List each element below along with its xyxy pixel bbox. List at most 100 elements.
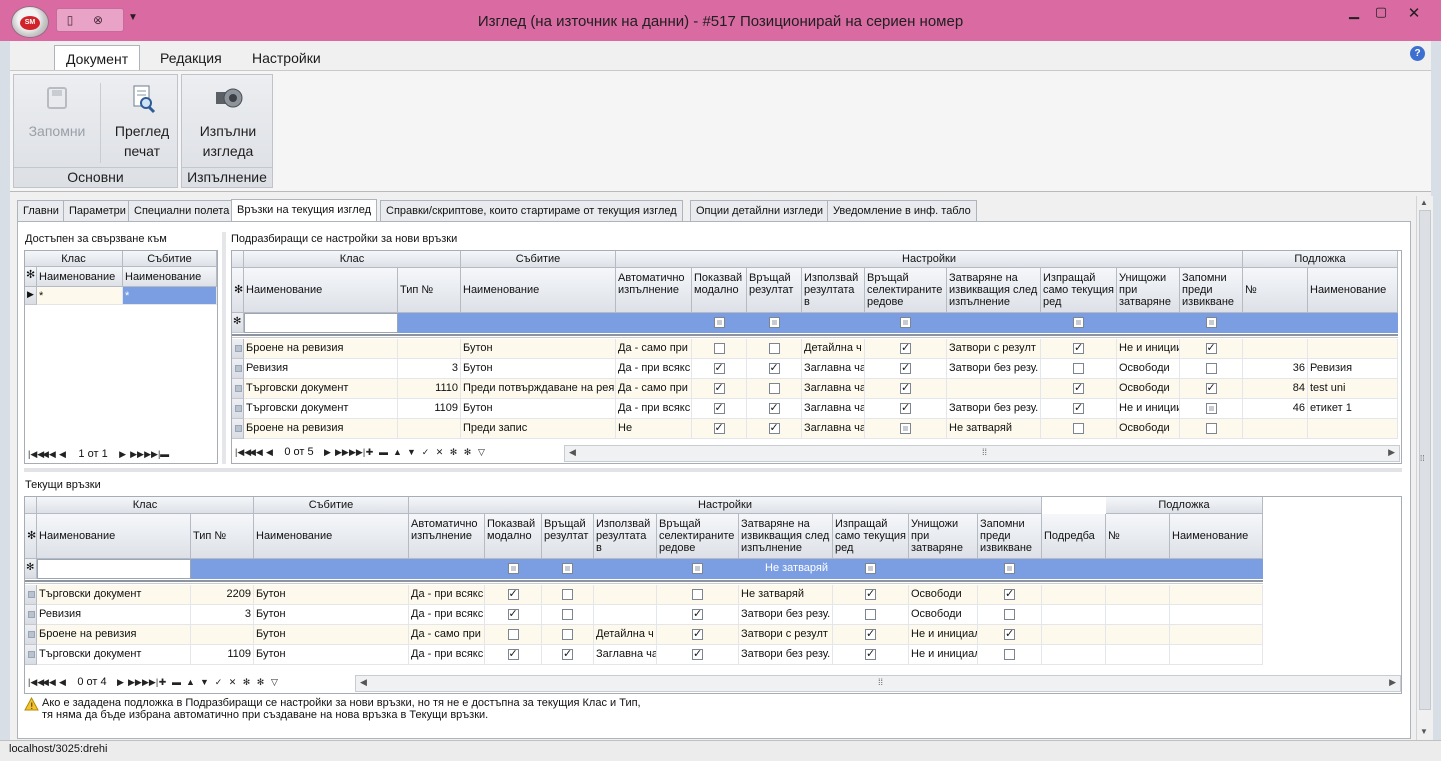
move-up-icon[interactable]: ▲ [184, 675, 197, 690]
table-cell[interactable]: Търговски документ [37, 645, 191, 665]
table-cell[interactable]: Затвори без резу. [739, 645, 833, 665]
table-cell[interactable]: Затвори без резу. [947, 399, 1041, 419]
save-button[interactable]: Запомни [18, 81, 96, 141]
col-header-3[interactable]: Автоматично изпълнение [409, 514, 485, 559]
row-checkbox[interactable] [768, 343, 780, 354]
col-header-12[interactable]: Подредба [1042, 514, 1106, 559]
table-cell[interactable] [594, 605, 657, 625]
table-cell[interactable] [1106, 585, 1170, 605]
table-cell[interactable]: test uni [1308, 379, 1398, 399]
table-cell[interactable]: 3 [191, 605, 254, 625]
table-cell[interactable]: Търговски документ [37, 585, 191, 605]
col-header-10[interactable]: Унищожи при затваряне [909, 514, 978, 559]
prev-icon[interactable]: ◀ [56, 675, 69, 690]
tab-notification[interactable]: Уведомление в инф. табло [827, 200, 977, 222]
table-cell[interactable]: Затвори без резу. [947, 359, 1041, 379]
table-cell[interactable]: Бутон [461, 339, 616, 359]
table-cell[interactable]: Освободи [909, 605, 978, 625]
row-checkbox[interactable] [865, 609, 876, 620]
row-checkbox[interactable] [1205, 381, 1217, 394]
table-cell[interactable]: Не и иницииа [1117, 339, 1180, 359]
filter-checkbox[interactable] [1073, 317, 1084, 328]
table-cell[interactable]: 1110 [398, 379, 461, 399]
row-checkbox[interactable] [692, 589, 703, 600]
row-checkbox[interactable] [1205, 403, 1217, 414]
ribbon-tab-document[interactable]: Документ [54, 45, 141, 70]
row-checkbox[interactable] [900, 361, 911, 374]
row-checkbox[interactable] [900, 341, 911, 354]
table-cell[interactable]: Бутон [254, 605, 409, 625]
table-cell[interactable]: Освободи [1117, 359, 1180, 379]
row-checkbox[interactable] [713, 361, 725, 374]
table-cell[interactable]: 3 [398, 359, 461, 379]
col-header-2[interactable]: Наименование [461, 268, 616, 313]
row-selector[interactable] [232, 339, 244, 359]
filter-text-cell[interactable]: Не затваряй [739, 559, 833, 579]
table-cell[interactable]: Заглавна ча [802, 399, 865, 419]
delete-icon[interactable]: ▬ [377, 445, 390, 460]
tab-view-links[interactable]: Връзки на текущия изглед [231, 199, 377, 222]
close-window-icon[interactable]: ✕ [1400, 4, 1428, 22]
ribbon-tab-settings[interactable]: Настройки [241, 45, 332, 70]
table-cell[interactable]: Не [616, 419, 692, 439]
row-selector[interactable] [232, 379, 244, 399]
row-checkbox[interactable] [768, 421, 780, 434]
cancel-icon[interactable]: ✕ [226, 675, 239, 690]
row-checkbox[interactable] [507, 607, 519, 620]
table-cell[interactable]: Бутон [254, 585, 409, 605]
row-checkbox[interactable] [865, 647, 876, 660]
table-cell[interactable] [594, 585, 657, 605]
print-preview-button[interactable]: Преглед печат [106, 81, 178, 161]
row-selector[interactable] [25, 645, 37, 665]
prev-page-icon[interactable]: ◀◀ [42, 447, 56, 462]
table-cell[interactable]: Бутон [254, 645, 409, 665]
col-header-1[interactable]: Тип № [191, 514, 254, 559]
table-cell[interactable] [191, 625, 254, 645]
table-cell[interactable] [947, 379, 1041, 399]
col-header-3[interactable]: Автоматично изпълнение [616, 268, 692, 313]
table-cell[interactable]: етикет 1 [1308, 399, 1398, 419]
row-checkbox[interactable] [1073, 341, 1084, 354]
new-row-icon[interactable]: ✻ [447, 445, 460, 460]
col-event-name[interactable]: Наименование [123, 267, 217, 287]
col-header-7[interactable]: Връщай селектираните редове [657, 514, 739, 559]
table-cell[interactable]: Да - при всякс [409, 585, 485, 605]
table-cell[interactable]: 2209 [191, 585, 254, 605]
prev-icon[interactable]: ◀ [263, 445, 276, 460]
panel-vertical-scrollbar[interactable]: ▲ ⁞⁞ ▼ [1416, 196, 1433, 740]
filter-checkbox[interactable] [562, 563, 573, 574]
help-icon[interactable]: ? [1410, 46, 1425, 61]
table-cell[interactable]: Освободи [909, 585, 978, 605]
row-checkbox[interactable] [713, 421, 725, 434]
filter-checkbox[interactable] [1004, 563, 1015, 574]
row-checkbox[interactable] [768, 401, 780, 414]
table-cell[interactable]: Преди потвърждаване на рея [461, 379, 616, 399]
new-row-class-cell[interactable]: * [37, 287, 123, 305]
table-cell[interactable]: 1109 [398, 399, 461, 419]
table-cell[interactable] [1170, 625, 1263, 645]
tab-reports-scripts[interactable]: Справки/скриптове, които стартираме от т… [380, 200, 683, 222]
cancel-icon[interactable]: ✕ [433, 445, 446, 460]
new-row-icon[interactable]: ✻ [240, 675, 253, 690]
row-checkbox[interactable] [713, 381, 725, 394]
row-checkbox[interactable] [692, 647, 703, 660]
table-cell[interactable] [1042, 645, 1106, 665]
last-icon[interactable]: ▶▶| [144, 447, 160, 462]
row-checkbox[interactable] [768, 361, 780, 374]
table-cell[interactable] [1170, 645, 1263, 665]
table-cell[interactable]: Да - при всякс [409, 605, 485, 625]
tab-parameters[interactable]: Параметри [63, 200, 132, 222]
table-cell[interactable]: Да - при всякс [409, 645, 485, 665]
table-cell[interactable]: Да - при всякс [616, 359, 692, 379]
horizontal-splitter[interactable] [24, 468, 1402, 472]
col-header-5[interactable]: Връщай резултат [542, 514, 594, 559]
row-selector[interactable] [25, 625, 37, 645]
first-icon[interactable]: |◀◀ [235, 445, 251, 460]
table-cell[interactable]: Не затваряй [739, 585, 833, 605]
row-checkbox[interactable] [865, 587, 876, 600]
row-checkbox[interactable] [1004, 609, 1015, 620]
filter-checkbox[interactable] [692, 563, 703, 574]
row-checkbox[interactable] [562, 589, 573, 600]
row-checkbox[interactable] [507, 647, 519, 660]
row-checkbox[interactable] [1004, 587, 1015, 600]
